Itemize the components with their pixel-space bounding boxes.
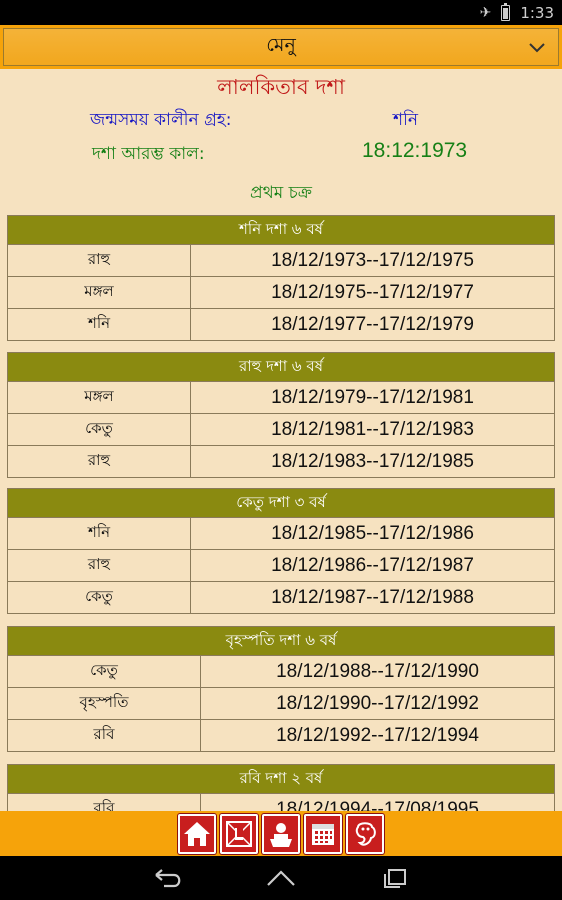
dasha-start-label: দশা আরম্ভ কাল: (92, 144, 205, 164)
home-button[interactable] (178, 813, 216, 854)
page-title: লালকিতাব দশা (217, 75, 345, 99)
chevron-down-icon (529, 43, 545, 53)
dasha-block-header: কেতু দশা ৩ বর্ষ (8, 489, 554, 517)
dasha-start-value: 18:12:1973 (362, 139, 468, 162)
date-range-cell: 18/12/1981--17/12/1983 (271, 418, 474, 440)
planet-cell: কেতু (8, 656, 201, 687)
table-row: মঙ্গল 18/12/1975--17/12/1977 (8, 276, 554, 308)
dasha-block-header: বৃহস্পতি দশা ৬ বর্ষ (8, 627, 554, 655)
date-range-cell: 18/12/1986--17/12/1987 (271, 554, 474, 576)
table-row: রবি 18/12/1992--17/12/1994 (8, 719, 554, 751)
lalkitab-icon (226, 820, 252, 847)
astrologer-icon (270, 822, 292, 847)
planet-cell: কেতু (8, 414, 191, 445)
lalkitab-button[interactable] (220, 813, 258, 854)
battery-icon (501, 2, 511, 21)
calendar-button[interactable] (304, 813, 342, 854)
planet-cell: মঙ্গল (8, 277, 191, 308)
home-icon (184, 821, 210, 846)
planet-cell: রাহু (8, 446, 191, 477)
date-range-cell: 18/12/1990--17/12/1992 (276, 692, 479, 714)
table-row: শনি 18/12/1977--17/12/1979 (8, 308, 554, 340)
dasha-block-shani: শনি দশা ৬ বর্ষ রাহু 18/12/1973--17/12/19… (7, 215, 555, 341)
planet-cell: রবি (8, 794, 201, 811)
planet-cell: কেতু (8, 582, 191, 613)
date-range-cell: 18/12/1983--17/12/1985 (271, 450, 474, 472)
astrologer-button[interactable] (262, 813, 300, 854)
table-row: মঙ্গল 18/12/1979--17/12/1981 (8, 381, 554, 413)
dasha-block-header: রবি দশা ২ বর্ষ (8, 765, 554, 793)
table-row: রাহু 18/12/1986--17/12/1987 (8, 549, 554, 581)
date-range-cell: 18/12/1987--17/12/1988 (271, 586, 474, 608)
dasha-block-rabi: রবি দশা ২ বর্ষ রবি 18/12/1994--17/08/199… (7, 764, 555, 811)
dasha-block-ketu: কেতু দশা ৩ বর্ষ শনি 18/12/1985--17/12/19… (7, 488, 555, 614)
dasha-block-rahu: রাহু দশা ৬ বর্ষ মঙ্গল 18/12/1979--17/12/… (7, 352, 555, 478)
status-bar: ✈ 1:33 (0, 0, 562, 25)
content-area: লালকিতাব দশা জন্মসময় কালীন গ্রহ: শনি দশ… (0, 69, 562, 811)
date-range-cell: 18/12/1994--17/08/1995 (276, 798, 479, 812)
date-range-cell: 18/12/1973--17/12/1975 (271, 249, 474, 271)
ganesha-icon (355, 821, 376, 846)
planet-cell: শনি (8, 518, 191, 549)
table-row: শনি 18/12/1985--17/12/1986 (8, 517, 554, 549)
menu-label: মেনু (266, 34, 296, 56)
date-range-cell: 18/12/1979--17/12/1981 (271, 386, 474, 408)
table-row: কেতু 18/12/1987--17/12/1988 (8, 581, 554, 613)
menu-dropdown[interactable]: মেনু (3, 28, 559, 66)
airplane-mode-icon: ✈ (479, 4, 492, 21)
table-row: কেতু 18/12/1981--17/12/1983 (8, 413, 554, 445)
date-range-cell: 18/12/1992--17/12/1994 (276, 724, 479, 746)
planet-cell: রবি (8, 720, 201, 751)
recent-apps-icon[interactable] (378, 866, 412, 890)
date-range-cell: 18/12/1985--17/12/1986 (271, 522, 474, 544)
planet-cell: রাহু (8, 550, 191, 581)
ganesha-button[interactable] (346, 813, 384, 854)
date-range-cell: 18/12/1975--17/12/1977 (271, 281, 474, 303)
calendar-icon (312, 823, 334, 845)
back-icon[interactable] (150, 866, 184, 890)
dasha-block-brihaspati: বৃহস্পতি দশা ৬ বর্ষ কেতু 18/12/1988--17/… (7, 626, 555, 752)
date-range-cell: 18/12/1988--17/12/1990 (276, 660, 479, 682)
planet-cell: মঙ্গল (8, 382, 191, 413)
dasha-block-header: রাহু দশা ৬ বর্ষ (8, 353, 554, 381)
menu-bar: মেনু (0, 25, 562, 69)
table-row: রাহু 18/12/1973--17/12/1975 (8, 244, 554, 276)
date-range-cell: 18/12/1977--17/12/1979 (271, 313, 474, 335)
planet-cell: বৃহস্পতি (8, 688, 201, 719)
table-row: বৃহস্পতি 18/12/1990--17/12/1992 (8, 687, 554, 719)
cycle-label: প্রথম চক্র (250, 183, 312, 203)
system-nav-bar (0, 856, 562, 900)
dasha-block-header: শনি দশা ৬ বর্ষ (8, 216, 554, 244)
home-nav-icon[interactable] (264, 866, 298, 890)
table-row: রাহু 18/12/1983--17/12/1985 (8, 445, 554, 477)
table-row: রবি 18/12/1994--17/08/1995 (8, 793, 554, 811)
birth-planet-value: শনি (393, 110, 419, 130)
planet-cell: শনি (8, 309, 191, 340)
status-time: 1:33 (520, 3, 554, 22)
birth-planet-label: জন্মসময় কালীন গ্রহ: (90, 110, 232, 130)
table-row: কেতু 18/12/1988--17/12/1990 (8, 655, 554, 687)
planet-cell: রাহু (8, 245, 191, 276)
bottom-toolbar (0, 811, 562, 856)
